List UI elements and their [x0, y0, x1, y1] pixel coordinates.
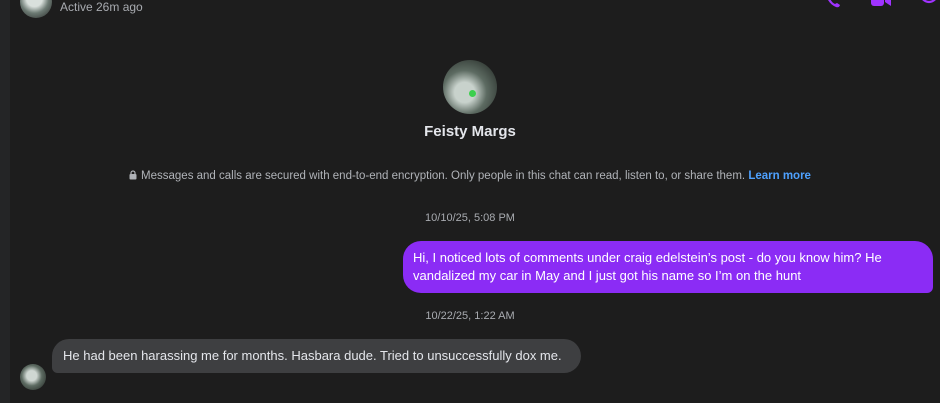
active-status: Active 26m ago [60, 0, 143, 14]
encryption-text: Messages and calls are secured with end-… [141, 170, 746, 182]
phone-icon[interactable] [822, 0, 844, 8]
message-timestamp: 10/22/25, 1:22 AM [425, 310, 515, 322]
encryption-notice: Messages and calls are secured with end-… [0, 170, 940, 183]
message-timestamp: 10/10/25, 5:08 PM [425, 212, 515, 224]
profile-name[interactable]: Feisty Margs [0, 123, 940, 140]
lock-icon [129, 170, 137, 183]
sender-avatar[interactable] [20, 364, 46, 390]
info-icon[interactable] [918, 0, 940, 8]
contact-avatar[interactable] [20, 0, 52, 18]
learn-more-link[interactable]: Learn more [748, 170, 811, 182]
contact-profile: Feisty Margs [0, 60, 940, 140]
incoming-message[interactable]: He had been harassing me for months. Has… [52, 339, 581, 373]
chat-header: Active 26m ago [10, 0, 940, 20]
header-actions [822, 0, 940, 8]
outgoing-message[interactable]: Hi, I noticed lots of comments under cra… [403, 241, 933, 293]
profile-avatar[interactable] [443, 60, 497, 114]
video-icon[interactable] [870, 0, 892, 8]
